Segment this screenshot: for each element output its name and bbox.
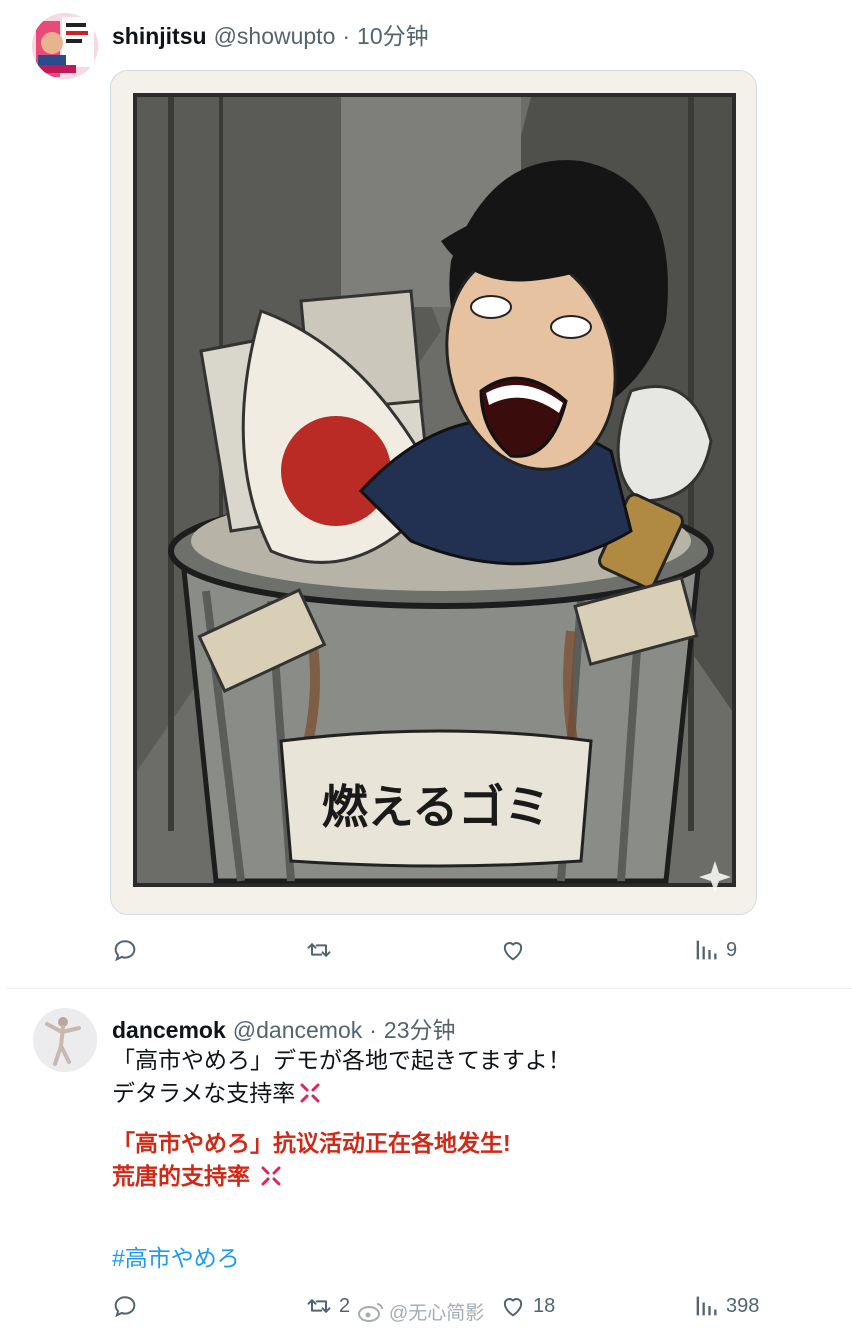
timestamp[interactable]: 10分钟 [357, 17, 429, 51]
reply-icon [114, 1296, 136, 1318]
views-icon [696, 940, 717, 960]
anger-emoji-icon [261, 1166, 281, 1186]
retweet-count: 2 [339, 1294, 351, 1317]
views-count: 9 [726, 938, 738, 961]
display-name[interactable]: dancemok [112, 1017, 226, 1044]
tweet-header: shinjitsu @showupto · 10分钟 [112, 17, 429, 51]
tweet-actions: 9 [0, 932, 852, 972]
tweet-header: dancemok @dancemok · 23分钟 [112, 1011, 456, 1045]
text-line: 「高市やめろ」抗议活动正在各地发生! [112, 1130, 511, 1156]
text-line-with-emoji: 荒唐的支持率 [112, 1160, 511, 1193]
sign-text: 燃えるゴミ [322, 780, 551, 834]
tweet-media-image[interactable]: 燃えるゴミ [110, 70, 757, 915]
watermark: @无心简影 [357, 1298, 484, 1325]
tweet-1[interactable]: shinjitsu @showupto · 10分钟 燃えるゴミ 9 [0, 0, 852, 988]
avatar[interactable] [33, 1008, 97, 1072]
separator: · [369, 1017, 377, 1043]
text-line: デタラメな支持率 [112, 1080, 296, 1106]
handle[interactable]: @dancemok [233, 1017, 362, 1044]
like-count: 18 [533, 1294, 556, 1317]
views-icon [696, 1296, 717, 1316]
text-line-with-emoji: デタラメな支持率 [112, 1077, 571, 1110]
text-line: 荒唐的支持率 [112, 1163, 250, 1189]
display-name[interactable]: shinjitsu [112, 23, 207, 50]
tweet-text-japanese: 「高市やめろ」デモが各地で起きてますよ！ デタラメな支持率 [112, 1044, 571, 1110]
retweet-button[interactable]: 2 [305, 1292, 350, 1320]
timestamp[interactable]: 23分钟 [384, 1011, 456, 1045]
handle[interactable]: @showupto [214, 23, 336, 50]
like-icon [503, 1298, 523, 1317]
reply-button[interactable] [111, 1292, 145, 1320]
hashtag-link[interactable]: #高市やめろ [112, 1239, 240, 1273]
anger-emoji-icon [300, 1083, 320, 1103]
reply-icon [114, 940, 136, 962]
views-button[interactable]: 9 [692, 936, 737, 964]
separator: · [342, 23, 351, 49]
retweet-icon [307, 943, 331, 957]
weibo-logo-icon [358, 1302, 383, 1322]
avatar[interactable] [32, 13, 98, 79]
tweet-text-chinese: 「高市やめろ」抗议活动正在各地发生! 荒唐的支持率 [112, 1127, 511, 1193]
like-icon [503, 942, 523, 961]
like-button[interactable] [499, 936, 533, 964]
retweet-icon [307, 1299, 331, 1313]
like-button[interactable]: 18 [499, 1292, 555, 1320]
watermark-text: @无心简影 [389, 1303, 485, 1324]
reply-button[interactable] [111, 936, 145, 964]
views-count: 398 [726, 1294, 760, 1317]
views-button[interactable]: 398 [692, 1292, 759, 1320]
retweet-button[interactable] [305, 936, 339, 964]
text-line: 「高市やめろ」デモが各地で起きてますよ！ [112, 1047, 571, 1073]
